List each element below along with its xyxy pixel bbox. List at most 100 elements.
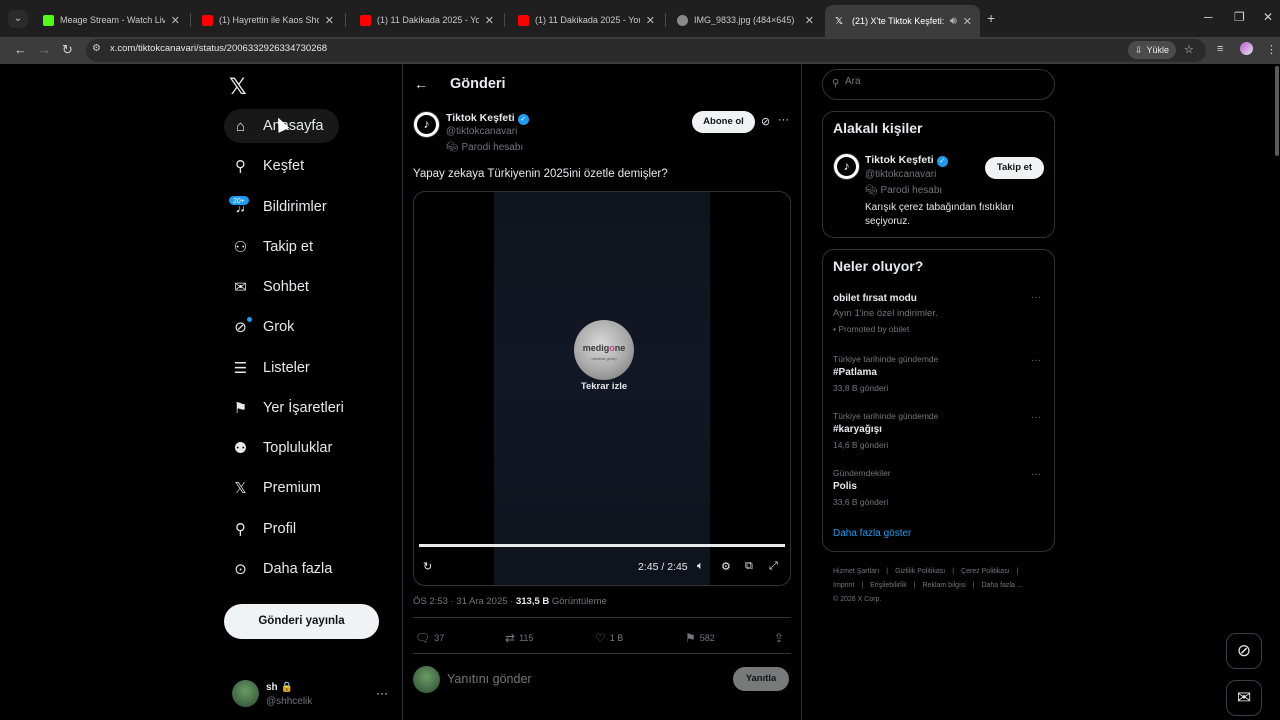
nav-item-profile[interactable]: ⚲ Profil [224, 512, 312, 546]
settings-icon[interactable]: ⚙ [721, 560, 731, 573]
video-player[interactable]: medigone medical group Tekrar izle ↻ 2:4… [413, 191, 791, 586]
close-tab-icon[interactable]: ✕ [963, 15, 972, 28]
more-circle-icon: ⊙ [234, 561, 247, 578]
account-avatar[interactable] [232, 680, 259, 707]
reply-button[interactable]: Yanıtla [733, 667, 789, 691]
trend-more-icon[interactable]: ··· [1031, 355, 1041, 366]
tab-search-button[interactable]: ⌄ [8, 10, 28, 28]
close-window-icon[interactable]: ✕ [1263, 10, 1273, 24]
search-input[interactable] [845, 76, 1035, 87]
footer-links: Hizmet Şartları | Gizlilik Politikası | Çe… [833, 568, 1023, 603]
nav-item-communities[interactable]: ⚉ Topluluklar [224, 431, 348, 465]
heart-icon: ♡ [595, 631, 606, 645]
trend-more-icon[interactable]: ··· [1031, 292, 1041, 303]
reload-button[interactable]: ↻ [62, 42, 73, 58]
related-handle[interactable]: @tiktokcanavari [865, 169, 936, 180]
browser-tab[interactable]: (1) 11 Dakikada 2025 - YouTube ✕ [350, 6, 502, 34]
new-tab-button[interactable]: + [987, 10, 995, 26]
bookmark-icon: ⚑ [685, 631, 696, 645]
account-name[interactable]: sh 🔒 [266, 682, 293, 693]
post-button[interactable]: Gönderi yayınla [224, 604, 379, 639]
author-handle[interactable]: @tiktokcanavari [446, 126, 517, 137]
reply-action[interactable]: 🗨︎ 37 [415, 631, 444, 645]
x-favicon-icon: 𝕏 [835, 15, 844, 27]
nav-item-explore[interactable]: ⚲ Keşfet [224, 149, 320, 183]
subscribe-button[interactable]: Abone ol [692, 111, 755, 133]
parody-label: 🎭︎ Parodi hesabı [446, 142, 524, 153]
trend-more-icon[interactable]: ··· [1031, 469, 1041, 480]
close-tab-icon[interactable]: ✕ [325, 14, 334, 27]
close-tab-icon[interactable]: ✕ [805, 14, 814, 27]
footer-link[interactable]: Çerez Politikası [961, 568, 1010, 575]
post-more-icon[interactable]: ··· [778, 114, 789, 126]
install-app-button[interactable]: ⇩ Yükle [1128, 41, 1177, 59]
browser-tab[interactable]: IMG_9833.jpg (484×645) ✕ [667, 6, 822, 34]
browser-tab[interactable]: (1) 11 Dakikada 2025 - YouTube ✕ [508, 6, 663, 34]
footer-link[interactable]: Hizmet Şartları [833, 568, 879, 575]
nav-item-premium[interactable]: 𝕏 Premium [224, 471, 337, 505]
media-controls-icon[interactable]: ≡ [1217, 43, 1223, 55]
nav-item-grok[interactable]: ⊘ Grok [224, 310, 310, 344]
browser-profile-avatar[interactable] [1240, 42, 1253, 55]
grok-fab-icon[interactable]: ⊘ [1226, 633, 1262, 669]
reply-input[interactable] [447, 672, 717, 686]
browser-menu-icon[interactable]: ⋮ [1266, 43, 1277, 56]
nav-item-bookmarks[interactable]: ⚑ Yer İşaretleri [224, 391, 360, 425]
reply-avatar [413, 666, 440, 693]
nav-item-more[interactable]: ⊙ Daha fazla [224, 552, 348, 586]
repost-action[interactable]: ⇄ 115 [505, 631, 533, 645]
follow-button[interactable]: Takip et [985, 157, 1044, 179]
browser-tab-bar: ⌄ Meage Stream - Watch Live on ✕ (1) Hay… [0, 0, 1280, 37]
x-logo-icon[interactable]: 𝕏 [229, 74, 247, 100]
kick-favicon-icon [43, 14, 54, 26]
footer-link[interactable]: Reklam bilgisi [923, 582, 966, 589]
footer-link[interactable]: Gizlilik Politikası [895, 568, 945, 575]
show-more-link[interactable]: Daha fazla göster [833, 528, 911, 539]
close-tab-icon[interactable]: ✕ [171, 14, 180, 27]
restore-icon[interactable]: ❐ [1234, 10, 1245, 24]
trends-title: Neler oluyor? [833, 258, 924, 274]
share-action[interactable]: ⇪ [774, 631, 784, 645]
site-info-icon[interactable]: ⚙ [92, 43, 101, 54]
bookmark-star-icon[interactable]: ☆ [1184, 43, 1194, 56]
nav-item-chat[interactable]: ✉ Sohbet [224, 270, 325, 304]
fullscreen-icon[interactable]: ⤢ [769, 560, 778, 573]
author-avatar[interactable]: ♪ [413, 111, 440, 138]
related-people-title: Alakalı kişiler [833, 120, 923, 136]
close-tab-icon[interactable]: ✕ [646, 14, 655, 27]
footer-link[interactable]: Imprint [833, 582, 854, 589]
grok-explain-icon[interactable]: ⊘ [761, 115, 770, 128]
video-progress-bar[interactable] [419, 544, 785, 547]
nav-item-follow[interactable]: ⚇ Takip et [224, 230, 329, 264]
footer-link[interactable]: Daha fazla ... [981, 582, 1022, 589]
url-text[interactable]: x.com/tiktokcanavari/status/200633292633… [110, 43, 327, 54]
browser-toolbar: ← → ↻ ⚙ x.com/tiktokcanavari/status/2006… [0, 37, 1280, 64]
video-watermark-subtext: medical group [591, 356, 617, 361]
audio-playing-icon[interactable]: 🔊︎ [950, 15, 957, 28]
account-handle[interactable]: @shhcelik [266, 696, 312, 707]
browser-tab-active[interactable]: 𝕏 (21) X'te Tiktok Keşfeti: "Ya... 🔊︎ ✕ [825, 5, 980, 37]
replay-button[interactable]: Tekrar izle [554, 381, 654, 392]
related-name[interactable]: Tiktok Keşfeti ✓ [865, 154, 948, 167]
messages-fab-icon[interactable]: ✉ [1226, 680, 1262, 716]
like-action[interactable]: ♡ 1 B [595, 631, 623, 645]
bookmark-action[interactable]: ⚑ 582 [685, 631, 715, 645]
mail-icon: ✉ [234, 279, 247, 296]
browser-tab[interactable]: (1) Hayrettin ile Kaos Show - 2... ✕ [192, 6, 342, 34]
volume-icon[interactable]: 🔈︎ [697, 560, 704, 573]
forward-button[interactable]: → [38, 42, 51, 57]
back-arrow-icon[interactable]: ← [414, 76, 428, 92]
close-tab-icon[interactable]: ✕ [485, 14, 494, 27]
page-scrollbar[interactable] [1275, 66, 1279, 156]
minimize-icon[interactable]: ─ [1204, 10, 1213, 24]
browser-tab[interactable]: Meage Stream - Watch Live on ✕ [33, 6, 188, 34]
account-more-icon[interactable]: ··· [376, 686, 388, 700]
replay-icon[interactable]: ↻ [423, 560, 432, 573]
trend-more-icon[interactable]: ··· [1031, 412, 1041, 423]
nav-item-lists[interactable]: ☰ Listeler [224, 351, 326, 385]
footer-link[interactable]: Erişilebilirlik [870, 582, 907, 589]
pip-icon[interactable]: ⧉ [745, 560, 753, 573]
author-name[interactable]: Tiktok Keşfeti ✓ [446, 112, 529, 125]
back-button[interactable]: ← [14, 42, 27, 57]
related-avatar[interactable]: ♪ [833, 153, 860, 180]
